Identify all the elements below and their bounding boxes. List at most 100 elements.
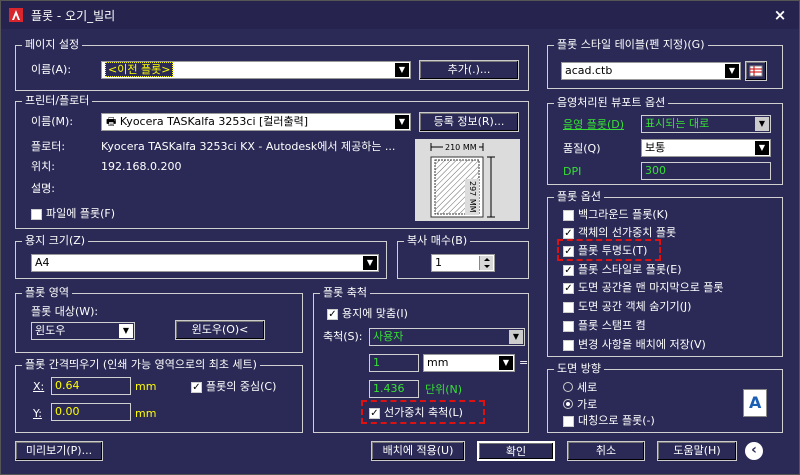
chevron-down-icon: ▼ [119, 324, 133, 338]
location-label: 위치: [31, 160, 55, 173]
portrait-radio[interactable]: 세로 [563, 379, 597, 395]
scale-value: 사용자 [373, 330, 404, 343]
chevron-down-icon: ▼ [755, 117, 769, 131]
scale-select[interactable]: 사용자 ▼ [369, 328, 525, 346]
edit-plot-style-button[interactable] [745, 61, 767, 81]
offset-x-unit: mm [135, 380, 157, 393]
printer-name-label: 이름(M): [31, 115, 74, 128]
plot-target-label: 플롯 대상(W): [31, 305, 99, 318]
shade-plot-select[interactable]: 표시되는 대로 ▼ [641, 115, 771, 133]
dpi-value: 300 [645, 164, 666, 177]
checkbox-box [563, 301, 574, 313]
radio-dot [563, 399, 573, 409]
save-to-layout-label: 변경 사항을 배치에 저장(V) [578, 338, 706, 351]
offset-y-input[interactable]: 0.00 [51, 403, 131, 421]
chevron-down-icon: ▼ [755, 141, 769, 155]
checkbox-box [563, 339, 574, 351]
scale-unit-select[interactable]: mm ▼ [423, 354, 515, 372]
preview-width-label: 210 MM [443, 141, 479, 155]
dpi-input[interactable]: 300 [641, 162, 771, 180]
plot-style-table-select[interactable]: acad.ctb ▼ [561, 62, 741, 80]
plot-to-file-checkbox[interactable]: 파일에 플롯(F) [31, 207, 115, 221]
page-setup-add-button[interactable]: 추가(.)... [419, 60, 519, 80]
help-button[interactable]: 도움말(H) [657, 441, 737, 461]
plot-dialog: 플롯 - 오기_빌리 × 페이지 설정 이름(A): <이전 플롯> ▼ 추가(… [0, 0, 800, 475]
close-icon[interactable]: × [769, 5, 791, 25]
shaded-viewport-title: 음영처리된 뷰포트 옵션 [554, 96, 669, 110]
plot-options-title: 플롯 옵션 [554, 190, 604, 204]
paper-preview: 210 MM 297 MM [415, 139, 520, 221]
apply-to-layout-button[interactable]: 배치에 적용(U) [371, 441, 465, 461]
plotter-value: Kyocera TASKalfa 3253ci KX - Autodesk에서 … [101, 140, 396, 153]
checkbox-box: ✓ [563, 227, 574, 239]
plot-with-styles-label: 플롯 스타일로 플롯(E) [578, 263, 682, 276]
ok-button[interactable]: 확인 [477, 441, 555, 461]
scale-unit-label: 단위(N) [425, 383, 463, 396]
page-setup-name-select[interactable]: <이전 플롯> ▼ [101, 61, 411, 79]
background-plot-checkbox[interactable]: 백그라운드 플롯(K) [563, 208, 668, 222]
plot-with-styles-checkbox[interactable]: ✓ 플롯 스타일로 플롯(E) [563, 263, 682, 277]
center-plot-checkbox[interactable]: ✓ 플롯의 중심(C) [191, 380, 276, 394]
printer-name-select[interactable]: 🖶 Kyocera TASKalfa 3253ci [컬러출력] ▼ [101, 113, 411, 131]
plot-paperspace-last-checkbox[interactable]: ✓ 도면 공간을 맨 마지막으로 플롯 [563, 281, 724, 295]
checkbox-box [31, 208, 42, 220]
upside-down-label: 대칭으로 플롯(-) [578, 414, 655, 427]
plot-paperspace-last-label: 도면 공간을 맨 마지막으로 플롯 [578, 281, 724, 294]
checkbox-box: ✓ [563, 282, 574, 294]
checkbox-box: ✓ [191, 381, 202, 393]
plot-lineweights-checkbox[interactable]: ✓ 객체의 선가중치 플롯 [563, 226, 676, 240]
checkbox-box [563, 415, 574, 427]
plot-offset-group: 플롯 간격띄우기 (인쇄 가능 영역으로의 최초 세트) [15, 358, 303, 433]
radio-dot [563, 382, 573, 392]
window-select-button[interactable]: 윈도우(O)< [175, 320, 265, 340]
scale-value1-input[interactable]: 1 [369, 354, 419, 372]
copies-input[interactable]: 1 [431, 254, 495, 272]
plot-stamp-checkbox[interactable]: 플롯 스탬프 켬 [563, 319, 646, 333]
chevron-down-icon: ▼ [509, 330, 523, 344]
scale-unit-value: mm [427, 356, 449, 369]
landscape-label: 가로 [577, 398, 598, 411]
plot-style-table-title: 플롯 스타일 테이블(펜 지정)(G) [554, 38, 708, 52]
fit-to-paper-checkbox[interactable]: ✓ 용지에 맞춤(I) [327, 307, 408, 321]
save-to-layout-checkbox[interactable]: 변경 사항을 배치에 저장(V) [563, 338, 706, 352]
printer-properties-button[interactable]: 등록 정보(R)... [419, 112, 519, 132]
orientation-glyph: A [749, 393, 762, 412]
landscape-radio[interactable]: 가로 [563, 396, 597, 412]
upside-down-checkbox[interactable]: 대칭으로 플롯(-) [563, 414, 655, 428]
shade-plot-label: 음영 플롯(D) [563, 118, 625, 131]
paper-size-select[interactable]: A4 ▼ [31, 254, 379, 272]
cancel-button[interactable]: 취소 [567, 441, 645, 461]
spinner-arrows-icon[interactable] [479, 256, 493, 270]
orientation-page-icon: A [743, 389, 767, 417]
offset-x-input[interactable]: 0.64 [51, 377, 131, 395]
plot-target-select[interactable]: 윈도우 ▼ [31, 322, 135, 340]
scale-value2-input[interactable]: 1.436 [369, 380, 419, 398]
quality-select[interactable]: 보통 ▼ [641, 139, 771, 157]
plot-lineweights-label: 객체의 선가중치 플롯 [578, 226, 677, 239]
hide-paperspace-objects-checkbox[interactable]: 도면 공간 객체 숨기기(J) [563, 300, 691, 314]
copies-title: 복사 매수(B) [404, 234, 471, 248]
preview-button[interactable]: 미리보기(P)... [15, 441, 103, 461]
collapse-options-icon[interactable]: ‹ [745, 442, 763, 460]
preview-height-label: 297 MM [465, 179, 479, 215]
plot-area-title: 플롯 영역 [22, 286, 72, 300]
hide-paperspace-objects-label: 도면 공간 객체 숨기기(J) [578, 300, 692, 313]
annotation-dashed-box [557, 239, 661, 261]
plot-style-table-value: acad.ctb [565, 64, 613, 77]
plot-scale-title: 플롯 축척 [320, 286, 370, 300]
description-label: 설명: [31, 182, 55, 195]
offset-y-value: 0.00 [55, 405, 80, 418]
plot-stamp-label: 플롯 스탬프 켬 [578, 319, 646, 332]
window-title: 플롯 - 오기_빌리 [31, 9, 116, 23]
paper-size-title: 용지 크기(Z) [22, 234, 89, 248]
dpi-label: DPI [563, 165, 582, 178]
scale-value1: 1 [373, 356, 380, 369]
checkbox-box: ✓ [563, 264, 574, 276]
printer-name-value: Kyocera TASKalfa 3253ci [컬러출력] [119, 115, 309, 128]
chevron-down-icon: ▼ [395, 63, 409, 77]
plot-to-file-label: 파일에 플롯(F) [46, 207, 116, 220]
page-setup-name-value: <이전 플롯> [105, 62, 174, 77]
page-setup-title: 페이지 설정 [22, 38, 83, 52]
fit-to-paper-label: 용지에 맞춤(I) [342, 307, 408, 320]
offset-x-value: 0.64 [55, 379, 80, 392]
